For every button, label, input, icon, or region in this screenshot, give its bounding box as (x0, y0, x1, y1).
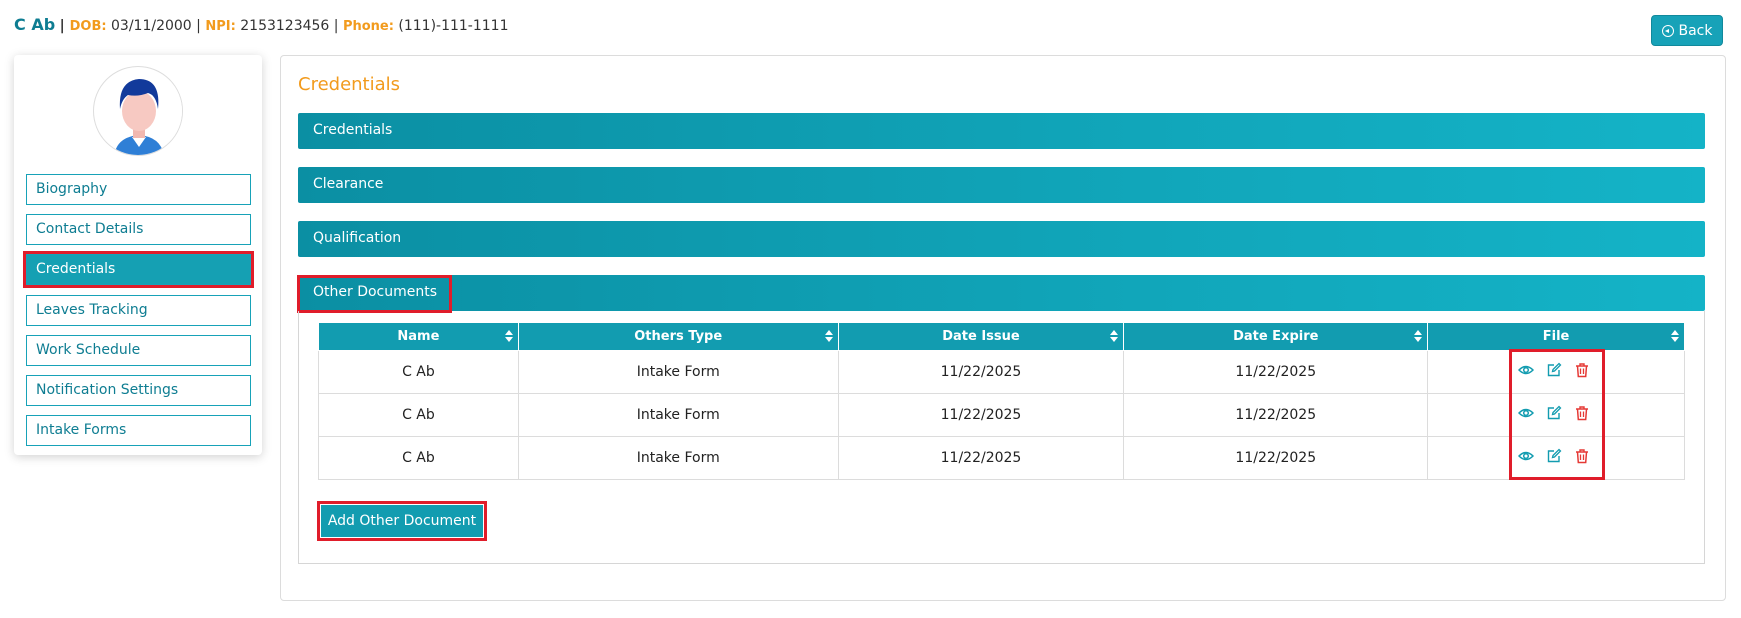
cell-others-type: Intake Form (517, 350, 839, 394)
other-documents-table: Name Others Type Date Issue Date Expire … (318, 322, 1685, 480)
sidebar-item-intake-forms[interactable]: Intake Forms (26, 415, 251, 446)
accordion-other-documents[interactable]: Other Documents (298, 275, 1705, 311)
column-header-file[interactable]: File (1427, 322, 1685, 351)
page-title: Credentials (298, 74, 401, 95)
dob-label: DOB: (69, 19, 107, 34)
sidebar-item-work-schedule[interactable]: Work Schedule (26, 335, 251, 366)
accordion-clearance[interactable]: Clearance (298, 167, 1705, 203)
cell-others-type: Intake Form (517, 436, 839, 480)
cell-name: C Ab (318, 393, 519, 437)
sidebar-item-leaves-tracking[interactable]: Leaves Tracking (26, 295, 251, 326)
column-header-others-type[interactable]: Others Type (517, 322, 839, 351)
other-documents-highlight (297, 275, 452, 313)
add-other-document-button[interactable]: Add Other Document (317, 501, 487, 541)
sidebar-item-notification-settings[interactable]: Notification Settings (26, 375, 251, 406)
table-row: C Ab Intake Form 11/22/2025 11/22/2025 (318, 350, 1685, 394)
sort-icon[interactable] (824, 330, 833, 344)
sort-icon[interactable] (504, 330, 513, 344)
accordion-qualification[interactable]: Qualification (298, 221, 1705, 257)
sidebar-item-biography[interactable]: Biography (26, 174, 251, 205)
file-actions-highlight (1509, 349, 1605, 480)
sort-icon[interactable] (1671, 330, 1679, 344)
cell-date-issue: 11/22/2025 (837, 436, 1125, 480)
patient-header: C Ab | DOB: 03/11/2000 | NPI: 2153123456… (14, 15, 509, 34)
sort-icon[interactable] (1414, 330, 1423, 344)
sort-icon[interactable] (1110, 330, 1119, 344)
table-row: C Ab Intake Form 11/22/2025 11/22/2025 (318, 393, 1685, 437)
back-button[interactable]: Back (1651, 15, 1723, 46)
profile-sidebar: Biography Contact Details Credentials Le… (14, 55, 262, 455)
table-header-row: Name Others Type Date Issue Date Expire … (318, 322, 1685, 351)
column-header-name[interactable]: Name (318, 322, 519, 351)
column-header-date-expire[interactable]: Date Expire (1123, 322, 1429, 351)
phone-label: Phone: (342, 19, 394, 34)
table-row: C Ab Intake Form 11/22/2025 11/22/2025 (318, 436, 1685, 480)
cell-date-issue: 11/22/2025 (837, 350, 1125, 394)
column-header-date-issue[interactable]: Date Issue (837, 322, 1125, 351)
patient-name: C Ab (14, 15, 56, 34)
phone-value: (111)-111-1111 (398, 18, 509, 34)
accordion-credentials[interactable]: Credentials (298, 113, 1705, 149)
npi-value: 2153123456 (240, 18, 330, 34)
cell-date-expire: 11/22/2025 (1123, 350, 1429, 394)
sidebar-item-contact-details[interactable]: Contact Details (26, 214, 251, 245)
cell-name: C Ab (318, 436, 519, 480)
cell-date-expire: 11/22/2025 (1123, 436, 1429, 480)
cell-name: C Ab (318, 350, 519, 394)
avatar (93, 66, 183, 156)
back-label: Back (1678, 22, 1713, 39)
back-circle-icon (1661, 24, 1674, 37)
cell-others-type: Intake Form (517, 393, 839, 437)
sidebar-item-credentials[interactable]: Credentials (23, 251, 254, 288)
cell-date-expire: 11/22/2025 (1123, 393, 1429, 437)
dob-value: 03/11/2000 (111, 18, 192, 34)
npi-label: NPI: (205, 19, 236, 34)
cell-date-issue: 11/22/2025 (837, 393, 1125, 437)
